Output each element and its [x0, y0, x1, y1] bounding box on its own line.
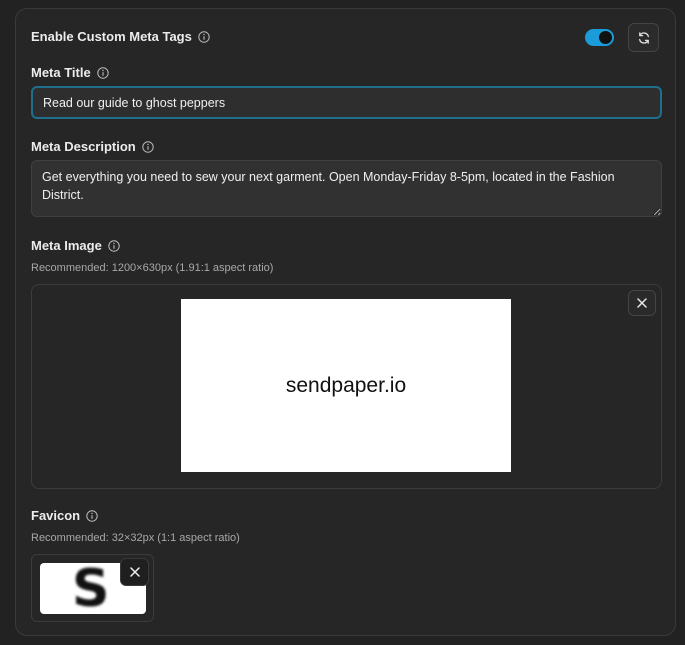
- favicon-preview-letter: S: [72, 563, 110, 614]
- favicon-label: Favicon: [31, 508, 98, 523]
- meta-description-label-text: Meta Description: [31, 139, 136, 154]
- meta-title-label-text: Meta Title: [31, 65, 91, 80]
- refresh-button[interactable]: [628, 23, 659, 52]
- custom-meta-label-text: Enable Custom Meta Tags: [31, 29, 192, 44]
- meta-image-preview: sendpaper.io: [181, 299, 511, 472]
- info-icon[interactable]: [97, 66, 109, 79]
- meta-title-label: Meta Title: [31, 65, 109, 80]
- custom-meta-toggle[interactable]: [585, 29, 614, 46]
- close-icon: [129, 567, 140, 577]
- refresh-icon: [638, 31, 649, 44]
- info-icon[interactable]: [142, 140, 154, 153]
- meta-image-label: Meta Image: [31, 238, 120, 253]
- meta-description-textarea[interactable]: Get everything you need to sew your next…: [31, 160, 662, 217]
- close-icon: [637, 298, 647, 308]
- meta-settings-panel: Enable Custom Meta Tags Meta Title Meta …: [15, 8, 676, 636]
- info-icon[interactable]: [86, 509, 98, 522]
- toggle-knob: [599, 31, 612, 44]
- meta-title-input[interactable]: [31, 86, 662, 119]
- favicon-hint: Recommended: 32×32px (1:1 aspect ratio): [31, 532, 240, 544]
- favicon-remove-button[interactable]: [120, 558, 149, 586]
- info-icon[interactable]: [198, 30, 210, 43]
- favicon-dropzone[interactable]: S: [31, 554, 154, 622]
- meta-image-hint: Recommended: 1200×630px (1.91:1 aspect r…: [31, 262, 274, 274]
- custom-meta-label: Enable Custom Meta Tags: [31, 29, 210, 44]
- meta-image-preview-text: sendpaper.io: [285, 373, 407, 397]
- meta-image-dropzone[interactable]: sendpaper.io: [31, 284, 662, 489]
- meta-image-remove-button[interactable]: [628, 290, 656, 316]
- favicon-label-text: Favicon: [31, 508, 81, 523]
- meta-description-label: Meta Description: [31, 139, 154, 154]
- info-icon[interactable]: [108, 239, 120, 252]
- meta-image-label-text: Meta Image: [31, 238, 102, 253]
